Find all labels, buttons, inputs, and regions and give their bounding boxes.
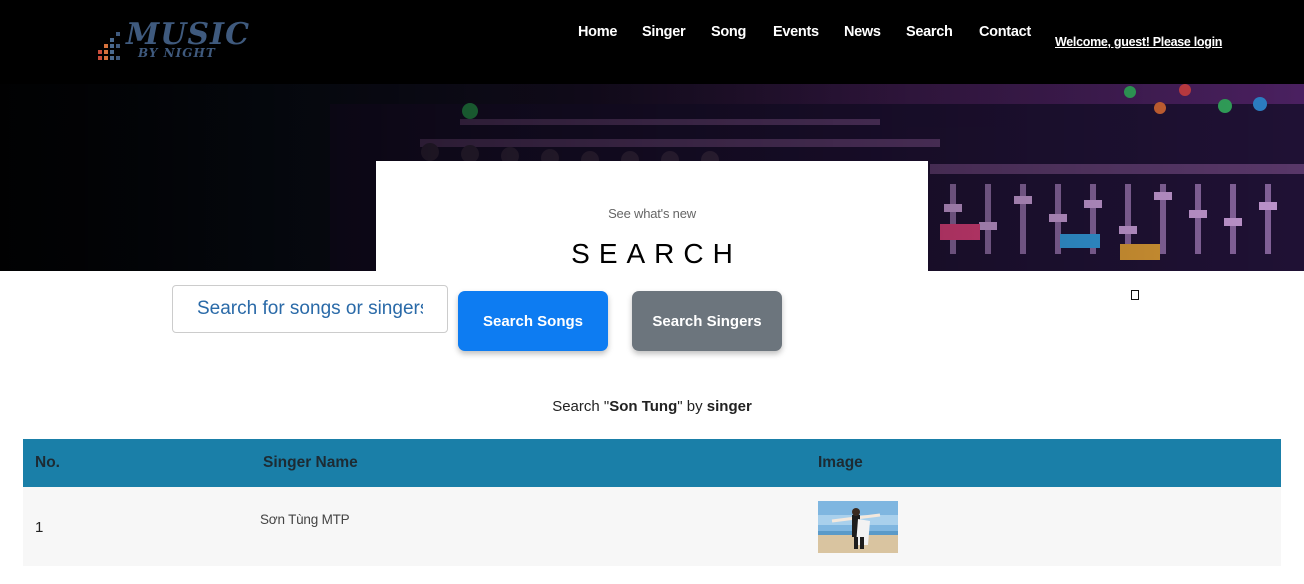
result-type: singer (706, 398, 752, 415)
singer-name-link[interactable]: Sơn Tùng MTP (260, 512, 350, 527)
nav-search[interactable]: Search (906, 24, 953, 40)
table-header: No. Singer Name Image (23, 439, 1281, 487)
logo-text-by-night: BY NIGHT (138, 46, 216, 60)
column-header-singer-name: Singer Name (263, 454, 358, 471)
page-title: SEARCH (571, 238, 742, 269)
top-navbar: MUSIC BY NIGHT Home Singer Song Events N… (0, 0, 1304, 84)
result-query: Son Tung (609, 398, 678, 415)
search-input[interactable] (172, 285, 448, 333)
column-header-image: Image (818, 454, 863, 471)
table-row: 1 Sơn Tùng MTP (23, 487, 1281, 566)
result-middle: " by (677, 398, 707, 415)
nav-home[interactable]: Home (578, 24, 617, 40)
search-singers-button[interactable]: Search Singers (632, 291, 782, 351)
nav-news[interactable]: News (844, 24, 881, 40)
column-header-no: No. (35, 454, 60, 471)
nav-contact[interactable]: Contact (979, 24, 1031, 40)
result-prefix: Search " (552, 398, 610, 415)
login-link[interactable]: Welcome, guest! Please login (1055, 35, 1222, 49)
missing-glyph-icon (1131, 290, 1139, 300)
hero-subtitle: See what's new (608, 206, 696, 221)
nav-events[interactable]: Events (773, 24, 819, 40)
row-number: 1 (35, 519, 44, 536)
singer-thumbnail[interactable] (818, 501, 898, 553)
search-result-summary: Search "Son Tung" by singer (0, 398, 1304, 415)
search-songs-button[interactable]: Search Songs (458, 291, 608, 351)
nav-song[interactable]: Song (711, 24, 746, 40)
nav-singer[interactable]: Singer (642, 24, 686, 40)
